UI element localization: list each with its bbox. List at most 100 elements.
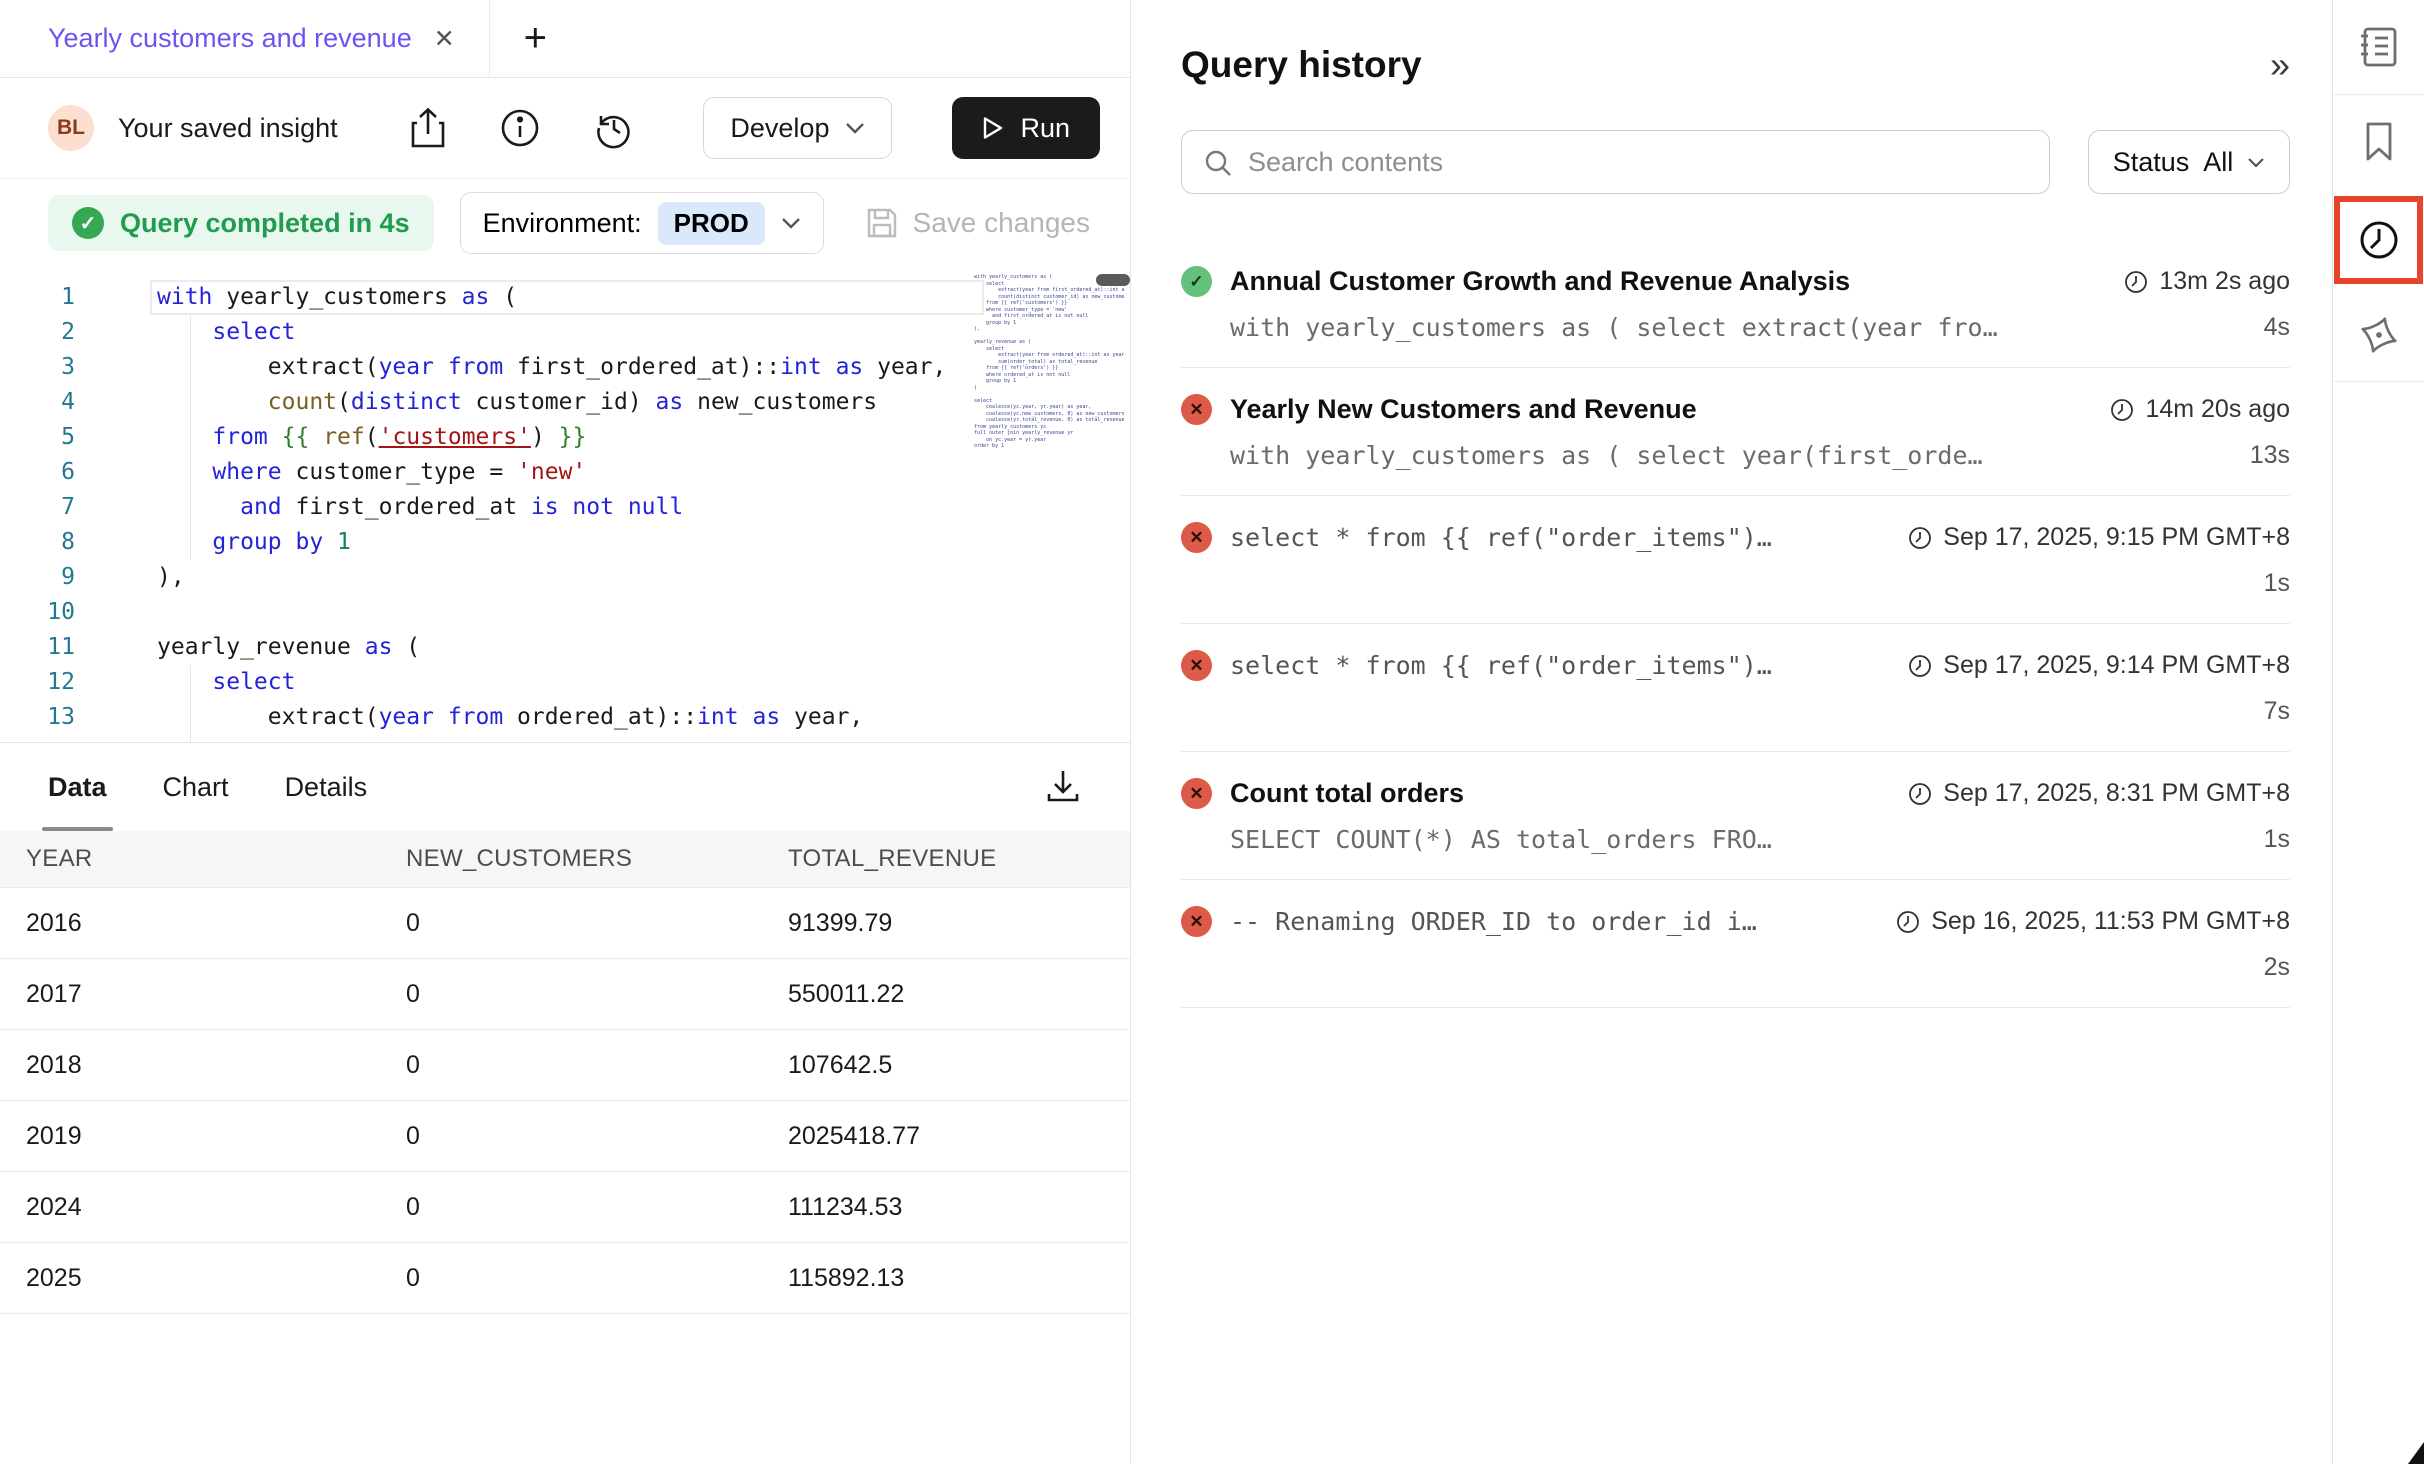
search-input[interactable]	[1181, 130, 2050, 194]
history-item-timestamp: 14m 20s ago	[2089, 395, 2290, 424]
column-header: TOTAL_REVENUE	[788, 845, 1104, 873]
code-line-1[interactable]: 1with yearly_customers as (	[0, 280, 978, 315]
code-token: }}	[559, 424, 587, 450]
query-history-item[interactable]: ✓Annual Customer Growth and Revenue Anal…	[1181, 240, 2290, 368]
chevron-down-icon	[781, 217, 801, 229]
history-item-title: select * from {{ ref("order_items")…	[1230, 651, 1772, 680]
share-icon	[409, 107, 447, 149]
save-changes-label: Save changes	[913, 207, 1090, 239]
code-token: )	[531, 424, 559, 450]
history-item-timestamp: Sep 17, 2025, 8:31 PM GMT+8	[1887, 779, 2290, 808]
code-text: ),	[75, 560, 185, 595]
table-row[interactable]: 201902025418.77	[0, 1101, 1130, 1172]
code-token: where	[212, 459, 281, 485]
code-text	[75, 595, 157, 630]
search-container	[1181, 130, 2050, 194]
code-line-10[interactable]: 10	[0, 595, 978, 630]
code-token: select	[212, 319, 295, 345]
develop-button[interactable]: Develop	[703, 97, 892, 159]
timestamp-text: Sep 17, 2025, 8:31 PM GMT+8	[1943, 779, 2290, 808]
code-line-9[interactable]: 9),	[0, 560, 978, 595]
query-history-item[interactable]: ✕Count total ordersSep 17, 2025, 8:31 PM…	[1181, 752, 2290, 880]
history-item-title: Yearly New Customers and Revenue	[1230, 394, 1697, 425]
code-token: extract(	[157, 704, 379, 730]
code-token: (	[337, 389, 351, 415]
editor-scrollbar-thumb[interactable]	[1096, 274, 1130, 286]
environment-selector[interactable]: Environment: PROD	[460, 192, 824, 254]
code-token	[157, 319, 212, 345]
version-history-button[interactable]	[593, 107, 635, 149]
line-number: 7	[0, 490, 75, 525]
query-history-item[interactable]: ✕-- Renaming ORDER_ID to order_id i…Sep …	[1181, 880, 2290, 1008]
code-line-5[interactable]: 5 from {{ ref('customers') }}	[0, 420, 978, 455]
clock-icon	[1907, 653, 1933, 679]
history-item-timestamp: Sep 17, 2025, 9:14 PM GMT+8	[1887, 651, 2290, 680]
code-token: ref	[323, 424, 365, 450]
code-line-4[interactable]: 4 count(distinct customer_id) as new_cus…	[0, 385, 978, 420]
table-row[interactable]: 20240111234.53	[0, 1172, 1130, 1243]
bookmarks-panel-button[interactable]	[2356, 118, 2402, 164]
code-text: select	[75, 665, 295, 700]
code-token: year	[379, 354, 434, 380]
history-item-duration: 1s	[2264, 825, 2290, 854]
download-icon	[1044, 767, 1082, 805]
code-token	[157, 529, 212, 555]
query-history-item[interactable]: ✕select * from {{ ref("order_items")…Sep…	[1181, 496, 2290, 624]
code-line-13[interactable]: 13 extract(year from ordered_at)::int as…	[0, 700, 978, 735]
download-results-button[interactable]	[1044, 767, 1082, 808]
notebook-panel-button[interactable]	[2356, 24, 2402, 70]
table-cell: 115892.13	[788, 1264, 1104, 1293]
query-history-item[interactable]: ✕Yearly New Customers and Revenue14m 20s…	[1181, 368, 2290, 496]
line-number: 12	[0, 665, 75, 700]
history-item-header: ✕Count total ordersSep 17, 2025, 8:31 PM…	[1181, 778, 2290, 809]
history-item-header: ✕-- Renaming ORDER_ID to order_id i…Sep …	[1181, 906, 2290, 937]
save-changes-button[interactable]: Save changes	[865, 206, 1090, 240]
new-tab-button[interactable]: +	[490, 0, 581, 77]
table-row[interactable]: 20250115892.13	[0, 1243, 1130, 1314]
ref-link[interactable]: 'customers'	[379, 424, 531, 450]
editor-minimap[interactable]: with yearly_customers as ( select extrac…	[974, 274, 1124, 724]
results-tab-chart[interactable]: Chart	[163, 743, 229, 831]
code-token: year	[379, 704, 434, 730]
history-item-duration: 1s	[2264, 569, 2290, 598]
table-cell: 0	[406, 980, 788, 1009]
table-row[interactable]: 20170550011.22	[0, 959, 1130, 1030]
code-line-2[interactable]: 2 select	[0, 315, 978, 350]
code-token: customer_type =	[282, 459, 517, 485]
code-token	[822, 354, 836, 380]
lineage-panel-button[interactable]	[2356, 312, 2402, 358]
status-filter-dropdown[interactable]: Status All	[2088, 130, 2290, 194]
success-check-icon: ✓	[72, 207, 104, 239]
bookmark-icon	[2356, 118, 2402, 164]
play-icon	[982, 116, 1004, 140]
table-cell: 2018	[26, 1051, 406, 1080]
query-history-list: ✓Annual Customer Growth and Revenue Anal…	[1181, 240, 2290, 1008]
results-tab-details[interactable]: Details	[285, 743, 368, 831]
tab-yearly-customers-and-revenue[interactable]: Yearly customers and revenue ✕	[0, 0, 490, 77]
share-button[interactable]	[409, 107, 447, 149]
code-line-12[interactable]: 12 select	[0, 665, 978, 700]
code-lines: 1with yearly_customers as (2 select3 ext…	[0, 280, 978, 735]
run-button[interactable]: Run	[952, 97, 1100, 159]
code-line-3[interactable]: 3 extract(year from first_ordered_at)::i…	[0, 350, 978, 385]
timestamp-text: Sep 16, 2025, 11:53 PM GMT+8	[1931, 907, 2290, 936]
header-actions: Develop Run	[409, 97, 1100, 159]
results-table-body: 2016091399.7920170550011.2220180107642.5…	[0, 888, 1130, 1314]
sql-code-editor[interactable]: 1with yearly_customers as (2 select3 ext…	[0, 268, 1130, 742]
collapse-panel-button[interactable]: »	[2270, 47, 2290, 83]
code-token: customer_id)	[462, 389, 656, 415]
code-line-11[interactable]: 11yearly_revenue as (	[0, 630, 978, 665]
results-tab-data[interactable]: Data	[48, 743, 107, 831]
info-button[interactable]	[499, 107, 541, 149]
table-row[interactable]: 20180107642.5	[0, 1030, 1130, 1101]
code-token: with	[157, 284, 212, 310]
error-status-icon: ✕	[1181, 650, 1212, 681]
code-line-8[interactable]: 8 group by 1	[0, 525, 978, 560]
table-row[interactable]: 2016091399.79	[0, 888, 1130, 959]
environment-label: Environment:	[483, 208, 642, 239]
code-line-6[interactable]: 6 where customer_type = 'new'	[0, 455, 978, 490]
query-history-item[interactable]: ✕ select * from {{ ref("order_items")… Sep…	[1181, 624, 2290, 752]
code-line-7[interactable]: 7 and first_ordered_at is not null	[0, 490, 978, 525]
code-token: first_ordered_at)::	[503, 354, 780, 380]
close-tab-icon[interactable]: ✕	[434, 24, 455, 54]
